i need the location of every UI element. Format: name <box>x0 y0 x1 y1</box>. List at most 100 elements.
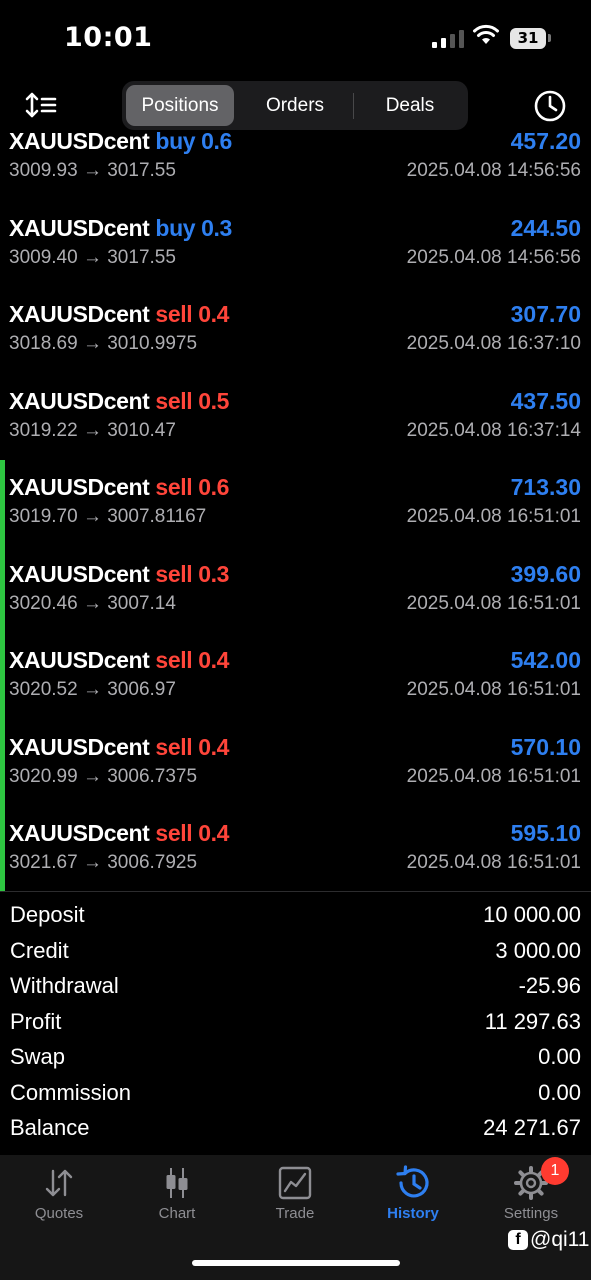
deal-datetime: 2025.04.08 16:51:01 <box>406 506 581 527</box>
tab-orders[interactable]: Orders <box>240 85 350 126</box>
summary-label: Withdrawal <box>10 973 119 998</box>
deal-title: XAUUSDcent sell 0.3 <box>9 559 229 589</box>
segmented-control: Positions Orders Deals <box>122 81 468 130</box>
summary-label: Profit <box>10 1008 62 1034</box>
summary-label: Swap <box>10 1044 66 1069</box>
deal-row[interactable]: XAUUSDcent sell 0.5 437.50 3019.22 → 3010.… <box>0 386 591 472</box>
deal-volume: 0.3 <box>198 560 229 587</box>
deal-symbol: XAUUSDcent <box>9 647 150 673</box>
deal-symbol: XAUUSDcent <box>9 214 150 241</box>
sort-icon[interactable] <box>22 88 62 122</box>
summary-value: -25.96 <box>518 973 581 998</box>
deal-profit: 713.30 <box>510 474 581 500</box>
list-divider <box>0 891 591 892</box>
deal-prices: 3019.70 → 3007.81167 <box>9 506 207 527</box>
quotes-arrows-icon <box>45 1169 73 1197</box>
deal-row[interactable]: XAUUSDcent buy 0.3 244.50 3009.40 → 3017.5… <box>0 213 591 299</box>
summary-value: 0.00 <box>538 1079 581 1105</box>
summary-deposit: Deposit 10 000.00 <box>0 898 591 934</box>
deal-prices: 3020.52 → 3006.97 <box>9 679 176 700</box>
deal-prices: 3020.46 → 3007.14 <box>9 592 176 614</box>
deal-row[interactable]: XAUUSDcent buy 0.6 457.20 3009.93 → 3017.5… <box>0 132 591 212</box>
toolbar: Positions Orders Deals <box>0 80 591 132</box>
deal-side: sell <box>155 301 193 327</box>
status-time: 10:01 <box>64 22 153 53</box>
deal-profit: 307.70 <box>510 301 581 327</box>
settings-badge: 1 <box>541 1157 569 1185</box>
deal-volume: 0.6 <box>198 474 229 500</box>
summary-withdrawal: Withdrawal -25.96 <box>0 969 591 1005</box>
deal-side: sell <box>155 560 193 587</box>
deal-datetime: 2025.04.08 16:37:10 <box>406 333 581 354</box>
clock-icon[interactable] <box>532 88 568 124</box>
wifi-icon <box>473 24 499 44</box>
deal-datetime: 2025.04.08 16:51:01 <box>406 592 581 614</box>
summary-profit: Profit 11 297.63 <box>0 1005 591 1041</box>
deal-title: XAUUSDcent sell 0.4 <box>9 818 229 848</box>
deal-symbol: XAUUSDcent <box>9 560 150 587</box>
summary-balance: Balance 24 271.67 <box>0 1111 591 1147</box>
deals-list[interactable]: XAUUSDcent buy 0.6 457.20 3009.93 → 3017.5… <box>0 132 591 891</box>
deal-datetime: 2025.04.08 14:56:56 <box>406 160 581 181</box>
deal-datetime: 2025.04.08 16:51:01 <box>406 765 581 787</box>
summary-label: Deposit <box>10 902 85 927</box>
deal-volume: 0.4 <box>198 820 229 846</box>
summary-value: 24 271.67 <box>483 1115 581 1140</box>
deal-profit: 542.00 <box>510 647 581 673</box>
summary-label: Balance <box>10 1115 90 1140</box>
tab-trade[interactable]: Trade <box>236 1165 354 1245</box>
summary-credit: Credit 3 000.00 <box>0 934 591 970</box>
tab-positions[interactable]: Positions <box>126 85 234 126</box>
deal-row[interactable]: XAUUSDcent sell 0.4 307.70 3018.69 → 3010.… <box>0 299 591 385</box>
deal-datetime: 2025.04.08 16:51:01 <box>406 679 581 700</box>
deal-title: XAUUSDcent sell 0.5 <box>9 386 229 416</box>
watermark-text: @qi11 <box>530 1228 590 1251</box>
deal-side: sell <box>155 733 193 760</box>
deal-row[interactable]: XAUUSDcent sell 0.6 713.30 3019.70 → 3007.… <box>0 472 591 558</box>
deal-row[interactable]: XAUUSDcent sell 0.4 595.10 3021.67 → 3006.… <box>0 818 591 891</box>
deal-profit: 244.50 <box>510 214 581 241</box>
battery-tip <box>548 34 551 42</box>
deal-title: XAUUSDcent buy 0.3 <box>9 213 232 243</box>
tab-label: Trade <box>275 1205 315 1222</box>
deal-datetime: 2025.04.08 16:37:14 <box>406 419 581 441</box>
deal-volume: 0.4 <box>198 301 229 327</box>
summary-value: 0.00 <box>538 1044 581 1069</box>
deal-side: buy <box>155 132 196 154</box>
deal-prices: 3020.99 → 3006.7375 <box>9 765 198 787</box>
deal-profit: 399.60 <box>510 560 581 587</box>
deal-side: sell <box>155 387 193 414</box>
summary-label: Credit <box>10 937 69 963</box>
deal-volume: 0.4 <box>198 733 229 760</box>
deal-row[interactable]: XAUUSDcent sell 0.4 570.10 3020.99 → 3006.… <box>0 732 591 818</box>
summary-swap: Swap 0.00 <box>0 1040 591 1076</box>
deal-profit: 595.10 <box>510 820 581 846</box>
deal-prices: 3009.93 → 3017.55 <box>9 160 176 181</box>
deal-title: XAUUSDcent sell 0.4 <box>9 299 229 329</box>
segment-divider <box>353 93 354 119</box>
deal-datetime: 2025.04.08 14:56:56 <box>406 246 581 268</box>
summary-value: 11 297.63 <box>484 1008 581 1034</box>
status-bar: 10:01 31 <box>0 0 591 80</box>
deal-prices: 3019.22 → 3010.47 <box>9 419 176 441</box>
deal-profit: 437.50 <box>510 387 581 414</box>
deal-side: sell <box>155 647 193 673</box>
summary-value: 3 000.00 <box>495 937 581 963</box>
candlestick-icon <box>166 1168 188 1198</box>
deal-title: XAUUSDcent buy 0.6 <box>9 132 232 156</box>
tab-chart[interactable]: Chart <box>118 1165 236 1245</box>
deal-volume: 0.5 <box>198 387 229 414</box>
summary-commission: Commission 0.00 <box>0 1076 591 1112</box>
tab-label: Chart <box>158 1205 196 1222</box>
summary-label: Commission <box>10 1079 132 1105</box>
deal-prices: 3021.67 → 3006.7925 <box>9 852 198 873</box>
facebook-icon: f <box>508 1230 528 1250</box>
deal-side: sell <box>155 474 193 500</box>
deal-symbol: XAUUSDcent <box>9 301 150 327</box>
tab-history[interactable]: History <box>354 1165 472 1245</box>
home-indicator[interactable] <box>192 1260 400 1266</box>
tab-deals[interactable]: Deals <box>356 85 464 126</box>
deal-row[interactable]: XAUUSDcent sell 0.3 399.60 3020.46 → 3007.… <box>0 559 591 645</box>
deal-row[interactable]: XAUUSDcent sell 0.4 542.00 3020.52 → 3006.… <box>0 645 591 731</box>
tab-quotes[interactable]: Quotes <box>0 1165 118 1245</box>
